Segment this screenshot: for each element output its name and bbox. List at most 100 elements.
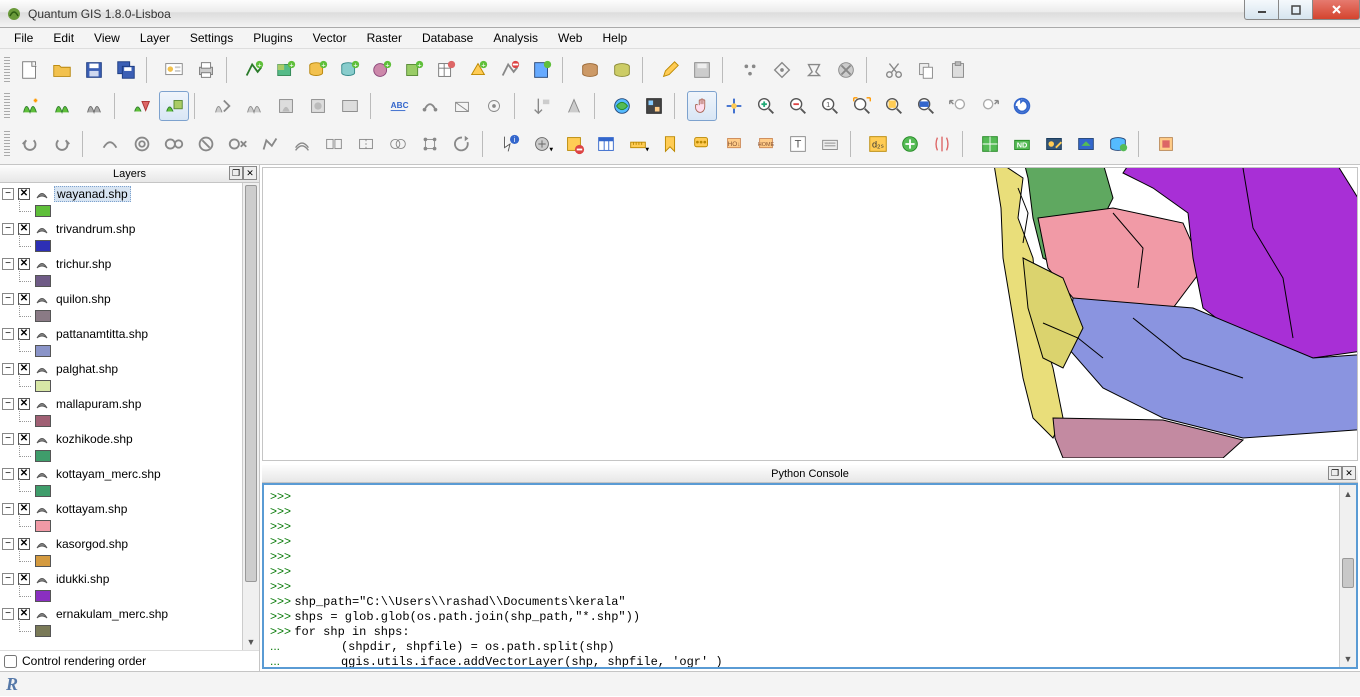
- layer-row[interactable]: −✕kozhikode.shp: [2, 430, 257, 448]
- toolbar-btn-17[interactable]: [767, 55, 797, 85]
- layer-row[interactable]: −✕palghat.shp: [2, 360, 257, 378]
- zoom-full-button[interactable]: [847, 91, 877, 121]
- menu-analysis[interactable]: Analysis: [483, 29, 548, 47]
- save-as-button[interactable]: [111, 55, 141, 85]
- reshape-button[interactable]: [255, 129, 285, 159]
- layer-name-label[interactable]: kottayam_merc.shp: [54, 467, 163, 481]
- layer-collapse-icon[interactable]: −: [2, 538, 14, 550]
- layer-row[interactable]: −✕mallapuram.shp: [2, 395, 257, 413]
- add-wfs-button[interactable]: +: [399, 55, 429, 85]
- print-button[interactable]: [191, 55, 221, 85]
- python-scrollbar[interactable]: ▲ ▼: [1339, 485, 1356, 667]
- new-bookmark-button[interactable]: HOME: [751, 129, 781, 159]
- menu-database[interactable]: Database: [412, 29, 483, 47]
- layer-name-label[interactable]: mallapuram.shp: [54, 397, 143, 411]
- python-close-button[interactable]: ✕: [1342, 466, 1356, 480]
- merge-attr-button[interactable]: [383, 129, 413, 159]
- layer-collapse-icon[interactable]: −: [2, 608, 14, 620]
- add-ring-button[interactable]: [127, 129, 157, 159]
- toolbar2-btn-11[interactable]: [415, 91, 445, 121]
- python-console-body[interactable]: >>> >>> >>> >>> >>> >>> >>> >>> shp_path…: [262, 483, 1358, 669]
- refresh-button[interactable]: [1007, 91, 1037, 121]
- toolbar3-btn-x[interactable]: [815, 129, 845, 159]
- layer-name-label[interactable]: kottayam.shp: [54, 502, 129, 516]
- layer-name-label[interactable]: palghat.shp: [54, 362, 120, 376]
- toolbar-btn-16[interactable]: [735, 55, 765, 85]
- control-rendering-checkbox[interactable]: [4, 655, 17, 668]
- add-wms-button[interactable]: +: [367, 55, 397, 85]
- layer-row[interactable]: −✕ernakulam_merc.shp: [2, 605, 257, 623]
- open-project-button[interactable]: [47, 55, 77, 85]
- delete-part-button[interactable]: [223, 129, 253, 159]
- zoom-native-button[interactable]: 1: [815, 91, 845, 121]
- deselect-button[interactable]: [559, 129, 589, 159]
- add-delimited-button[interactable]: [431, 55, 461, 85]
- grass-tool-3[interactable]: [271, 91, 301, 121]
- toolbar-btn-12[interactable]: [575, 55, 605, 85]
- menu-layer[interactable]: Layer: [130, 29, 180, 47]
- rotate-button[interactable]: [447, 129, 477, 159]
- remove-layer-button[interactable]: [495, 55, 525, 85]
- menu-file[interactable]: File: [4, 29, 43, 47]
- add-spatialite-button[interactable]: +: [335, 55, 365, 85]
- map-canvas[interactable]: [262, 167, 1358, 461]
- layer-collapse-icon[interactable]: −: [2, 468, 14, 480]
- layer-name-label[interactable]: trichur.shp: [54, 257, 113, 271]
- layer-name-label[interactable]: trivandrum.shp: [54, 222, 137, 236]
- menu-help[interactable]: Help: [592, 29, 637, 47]
- layer-collapse-icon[interactable]: −: [2, 328, 14, 340]
- layer-collapse-icon[interactable]: −: [2, 433, 14, 445]
- layer-collapse-icon[interactable]: −: [2, 223, 14, 235]
- osm-download-button[interactable]: [607, 91, 637, 121]
- zoom-next-button[interactable]: [975, 91, 1005, 121]
- simplify-button[interactable]: [95, 129, 125, 159]
- grass-close-button[interactable]: [79, 91, 109, 121]
- add-vector-button[interactable]: +: [239, 55, 269, 85]
- attribute-table-button[interactable]: [591, 129, 621, 159]
- map-tips-button[interactable]: [687, 129, 717, 159]
- delete-selected-button[interactable]: [831, 55, 861, 85]
- zoom-selection-button[interactable]: [879, 91, 909, 121]
- grass-add-raster-button[interactable]: [159, 91, 189, 121]
- layer-name-label[interactable]: pattanamtitta.shp: [54, 327, 150, 341]
- layers-close-button[interactable]: ✕: [243, 166, 257, 180]
- layer-name-label[interactable]: quilon.shp: [54, 292, 113, 306]
- toolbar3-btn-36[interactable]: [1151, 129, 1181, 159]
- node-tool-button[interactable]: [415, 129, 445, 159]
- layers-scrollbar[interactable]: ▼: [242, 183, 259, 650]
- d2s-button[interactable]: d₂ₛ: [863, 129, 893, 159]
- measure-button[interactable]: ▾: [623, 129, 653, 159]
- paste-button[interactable]: [943, 55, 973, 85]
- toolbar-btn-8[interactable]: +: [463, 55, 493, 85]
- menu-settings[interactable]: Settings: [180, 29, 243, 47]
- render-status-icon[interactable]: R: [6, 674, 18, 695]
- zoom-out-button[interactable]: [783, 91, 813, 121]
- layer-collapse-icon[interactable]: −: [2, 188, 14, 200]
- label-tool-button[interactable]: ABC: [383, 91, 413, 121]
- toolbar2-btn-13[interactable]: [479, 91, 509, 121]
- layer-name-label[interactable]: wayanad.shp: [54, 186, 131, 202]
- layer-collapse-icon[interactable]: −: [2, 398, 14, 410]
- copy-button[interactable]: [911, 55, 941, 85]
- grass-tool-1[interactable]: [207, 91, 237, 121]
- save-project-button[interactable]: [79, 55, 109, 85]
- toolbar3-btn-31[interactable]: ND: [1007, 129, 1037, 159]
- bookmarks-button[interactable]: [655, 129, 685, 159]
- toolbar3-btn-33[interactable]: [1071, 129, 1101, 159]
- menu-raster[interactable]: Raster: [357, 29, 412, 47]
- show-bookmarks-button[interactable]: HO↓: [719, 129, 749, 159]
- toolbar2-btn-12[interactable]: [447, 91, 477, 121]
- layer-row[interactable]: −✕trichur.shp: [2, 255, 257, 273]
- grass-add-vector-button[interactable]: [127, 91, 157, 121]
- identify-button[interactable]: i: [495, 129, 525, 159]
- control-rendering-order[interactable]: Control rendering order: [0, 650, 259, 671]
- pan-button[interactable]: [687, 91, 717, 121]
- layer-name-label[interactable]: idukki.shp: [54, 572, 111, 586]
- toolbar2-btn-17[interactable]: [639, 91, 669, 121]
- layer-collapse-icon[interactable]: −: [2, 293, 14, 305]
- toolbar-btn-18[interactable]: [799, 55, 829, 85]
- grass-tool-2[interactable]: [239, 91, 269, 121]
- grass-open-button[interactable]: [47, 91, 77, 121]
- layer-collapse-icon[interactable]: −: [2, 503, 14, 515]
- toolbar3-btn-30[interactable]: [975, 129, 1005, 159]
